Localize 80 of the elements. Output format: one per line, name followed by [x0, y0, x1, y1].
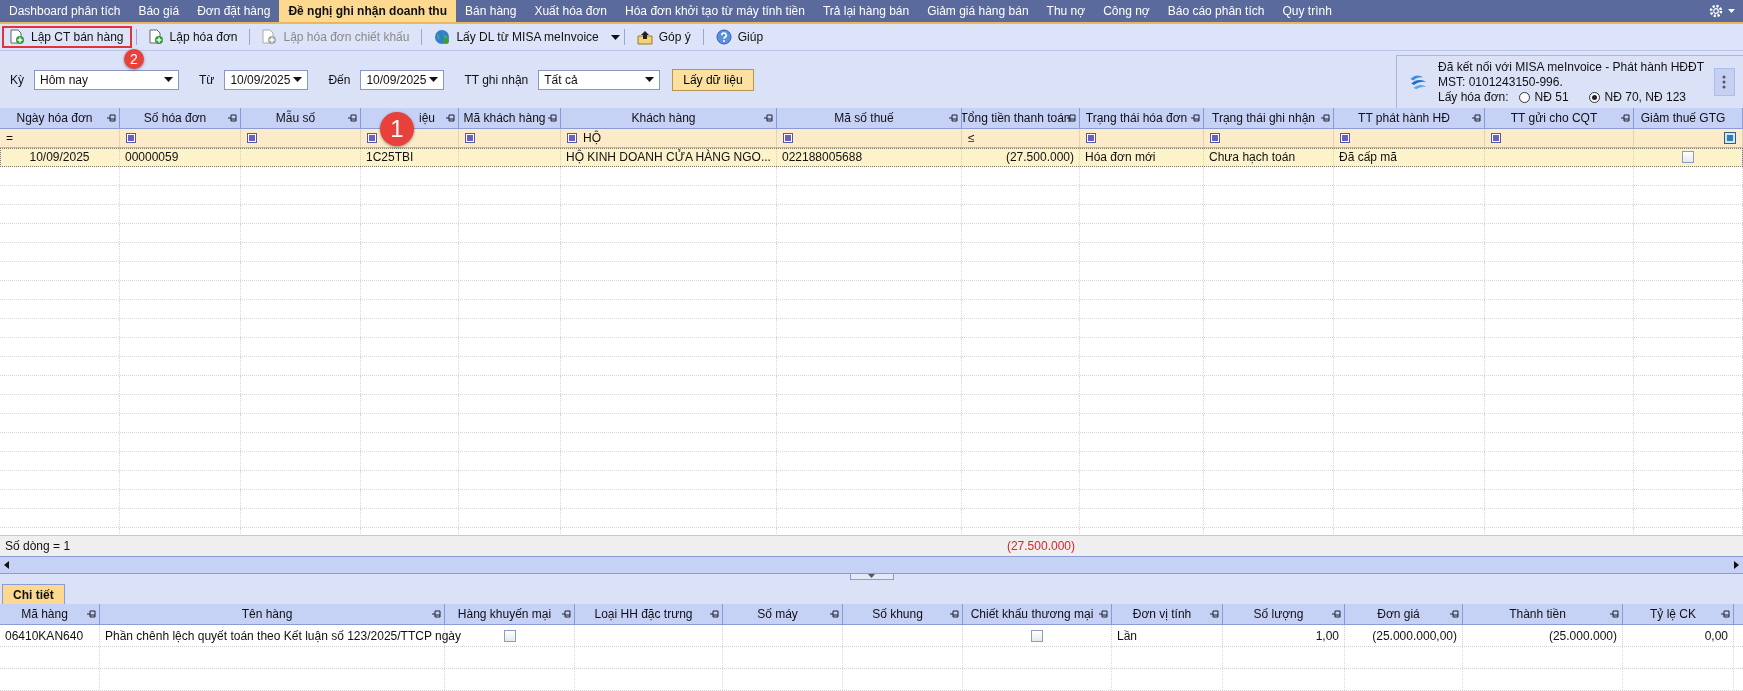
column-header[interactable]: Thành tiền [1463, 604, 1623, 624]
fetch-data-button[interactable]: Lấy dữ liệu [672, 68, 754, 91]
menu-tab[interactable]: Thu nợ [1037, 0, 1095, 22]
menu-tab[interactable]: Đơn đặt hàng [188, 0, 280, 22]
column-header[interactable]: Số lượng [1223, 604, 1345, 624]
invoice-label: Lấy hóa đơn: [1438, 90, 1509, 104]
menu-tab[interactable]: Đề nghị ghi nhận doanh thu [279, 0, 457, 22]
dropdown-field[interactable]: Tất cả [538, 69, 661, 90]
radio-option[interactable]: NĐ 51 [1518, 90, 1569, 104]
filter-operator[interactable]: = [6, 131, 13, 145]
table-cell: (25.000.000,00) [1372, 628, 1457, 643]
column-header[interactable]: Hàng khuyến mại [445, 604, 575, 624]
toolbar-button[interactable]: Lập hóa đơn [140, 26, 246, 48]
tax-code: MST: 0101243150-996. [1438, 75, 1564, 89]
column-header[interactable]: Số máy [723, 604, 843, 624]
column-header[interactable]: Đơn vị tính [1112, 604, 1223, 624]
table-cell: 10/09/2025 [29, 150, 90, 164]
table-cell: Phần chênh lệch quyết toán theo Kết luận số 123/2025/TTCP ngày [105, 628, 462, 643]
menu-tab[interactable]: Giảm giá hàng bán [918, 0, 1038, 22]
step-badge: 2 [124, 49, 144, 69]
toolbar-button[interactable]: Lấy DL từ MISA meInvoice [426, 26, 607, 48]
table-cell: 00000059 [125, 150, 179, 164]
date-field[interactable]: 10/09/2025 [360, 69, 445, 90]
filter-value[interactable]: HỘ [583, 131, 601, 145]
total-amount: (27.500.000) [1005, 538, 1076, 555]
filter-label: Từ [199, 72, 215, 87]
column-header[interactable]: Giảm thuế GTG [1640, 111, 1726, 125]
table-cell: 1C25TBI [366, 150, 414, 164]
menu-tab[interactable]: Xuất hóa đơn [525, 0, 617, 22]
column-header[interactable]: TT phát hành HĐ [1358, 111, 1450, 125]
table-cell: HỘ KINH DOANH CỬA HÀNG NGO... [566, 150, 771, 164]
table-cell: Hóa đơn mới [1085, 150, 1156, 164]
column-header[interactable]: Mã hàng [0, 604, 100, 624]
filter-label: Đến [328, 72, 351, 87]
toolbar-button[interactable]: Lập CT bán hàng [2, 26, 132, 48]
connection-status: Đã kết nối với MISA meInvoice - Phát hành HĐĐT [1438, 60, 1704, 74]
table-cell: Lần [1117, 628, 1138, 643]
column-header[interactable]: Trạng thái hóa đơn [1085, 111, 1188, 125]
table-row[interactable]: 10/09/2025 00000059 1C25TBI HỘ KINH DOANH CỬA HÀNG NGO... 022188005688 (27.500.000) Hóa đơn mới Chưa hạch toán Đã cấp mã [0, 148, 1743, 167]
column-header[interactable]: Chiết khấu thương mại [963, 604, 1112, 624]
column-header[interactable]: iệu [419, 111, 435, 125]
table-cell: Đã cấp mã [1339, 150, 1398, 164]
detail-tab[interactable]: Chi tiết [2, 584, 65, 604]
table-cell: Chưa hạch toán [1209, 150, 1296, 164]
dropdown-field[interactable]: Hôm nay [34, 69, 179, 90]
column-header[interactable]: Mẫu số [275, 111, 316, 125]
filter-operator[interactable]: ≤ [968, 131, 975, 145]
filter-label: TT ghi nhận [464, 72, 529, 87]
column-header[interactable]: Khách hàng [631, 111, 696, 125]
toolbar-button[interactable]: Giúp [707, 26, 772, 48]
table-cell: 0,00 [1704, 628, 1728, 643]
menu-tab[interactable]: Công nợ [1094, 0, 1159, 22]
menu-tab[interactable]: Báo cáo phân tích [1158, 0, 1274, 22]
column-header[interactable]: Loại HH đặc trưng [575, 604, 723, 624]
column-header[interactable]: Mã số thuế [834, 111, 894, 125]
table-cell: 1,00 [1315, 628, 1339, 643]
table-cell: 06410KAN640 [5, 628, 84, 643]
toolbar-button[interactable]: Góp ý [628, 26, 699, 48]
menu-tab[interactable]: Dashboard phân tích [0, 0, 130, 22]
filter-label: Kỳ [10, 72, 24, 87]
radio-option[interactable]: NĐ 70, NĐ 123 [1588, 90, 1686, 104]
column-header[interactable]: Số khung [843, 604, 963, 624]
menu-tab[interactable]: Bán hàng [456, 0, 526, 22]
menu-tab[interactable]: Quy trình [1273, 0, 1341, 22]
column-header[interactable]: Trạng thái ghi nhận [1212, 111, 1315, 125]
date-field[interactable]: 10/09/2025 [224, 69, 309, 90]
table-cell: 022188005688 [782, 150, 863, 164]
menu-tab[interactable]: Trả lại hàng bán [813, 0, 919, 22]
menu-tab[interactable]: Hóa đơn khởi tạo từ máy tính tiền [616, 0, 814, 22]
column-header[interactable]: Mã khách hàng [463, 111, 546, 125]
column-header[interactable]: Số hóa đơn [143, 111, 207, 125]
column-header[interactable]: TT gửi cho CQT [1510, 111, 1598, 125]
table-cell: (27.500.000) [1005, 150, 1074, 164]
row-count: Số dòng = 1 [4, 538, 72, 555]
table-cell: (25.000.000) [1548, 628, 1617, 643]
column-header[interactable]: Đơn giá [1345, 604, 1463, 624]
column-header[interactable]: Tên hàng [100, 604, 445, 624]
column-header[interactable]: Tỷ lệ CK [1623, 604, 1734, 624]
menu-tab[interactable]: Báo giá [129, 0, 189, 22]
column-header[interactable]: Ngày hóa đơn [16, 111, 93, 125]
